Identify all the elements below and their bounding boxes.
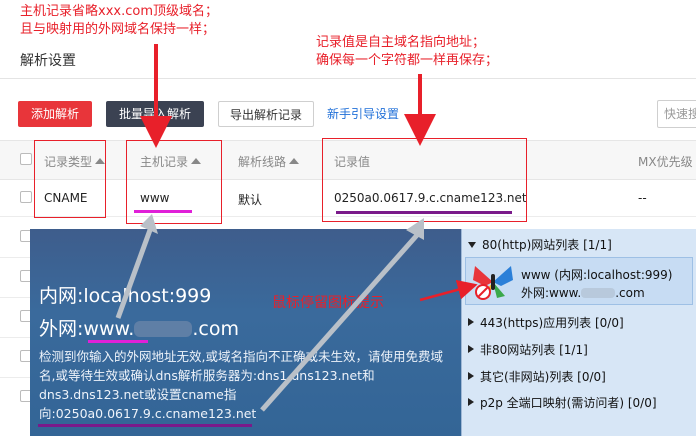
mapping-list-panel: 80(http)网站列表 [1/1] www (内网:localhost:999…	[461, 229, 696, 436]
row-divider	[0, 297, 30, 298]
host-underline	[134, 210, 192, 213]
expand-right-icon	[468, 372, 474, 380]
cname-underline	[38, 424, 252, 427]
row-checkbox[interactable]	[20, 191, 32, 203]
quick-search-input[interactable]: 快速搜	[657, 100, 696, 128]
add-record-button[interactable]: 添加解析	[18, 101, 92, 127]
expand-right-icon	[468, 345, 474, 353]
resolve-line-cell: 默认	[238, 193, 263, 207]
list-item-selected[interactable]: www (内网:localhost:999) 外网:www. .com	[465, 257, 693, 305]
export-records-button[interactable]: 导出解析记录	[218, 101, 314, 127]
highlight-box-value	[322, 138, 527, 222]
tooltip-message: 检测到你输入的外网地址无效,或域名指向不正确或未生效，请使用免费域名,或等待生效…	[39, 349, 443, 421]
tooltip-lan-address: 内网:localhost:999	[39, 285, 212, 307]
expand-right-icon	[468, 398, 474, 406]
row-divider	[0, 377, 30, 378]
redacted-mark	[581, 288, 616, 298]
list-group-p2p[interactable]: p2p 全端口映射(需访问者) [0/0]	[462, 391, 696, 415]
annotation-hover-note: 鼠标停留图标提示	[272, 295, 384, 311]
wan-underline	[88, 340, 148, 343]
row-divider	[0, 337, 30, 338]
row-divider	[0, 257, 30, 258]
value-underline	[336, 211, 512, 214]
select-all-checkbox[interactable]	[20, 153, 32, 165]
selected-item-wan: 外网:www. .com	[521, 286, 645, 300]
annotation-host-note-line2: 且与映射用的外网域名保持一样；	[20, 22, 216, 37]
column-header-mx: MX优先级	[638, 155, 693, 169]
mx-priority-cell: --	[638, 191, 647, 205]
tooltip-wan-address: 外网:www. .com	[39, 318, 239, 340]
sort-up-icon	[289, 158, 300, 164]
highlight-box-type	[34, 140, 106, 218]
warning-butterfly-icon	[473, 266, 513, 300]
page-title: 解析设置	[20, 53, 76, 69]
beginner-guide-link[interactable]: 新手引导设置	[327, 101, 399, 127]
title-divider	[0, 78, 696, 79]
expand-right-icon	[468, 318, 474, 326]
column-header-line[interactable]: 解析线路	[238, 153, 300, 170]
annotation-host-note-line1: 主机记录省略xxx.com顶级域名；	[20, 4, 218, 19]
redacted-mark	[134, 321, 193, 337]
hover-tooltip: 内网:localhost:999 外网:www. .com 检测到你输入的外网地址…	[30, 229, 461, 436]
list-group-https[interactable]: 443(https)应用列表 [0/0]	[462, 311, 696, 335]
batch-import-button[interactable]: 批量导入解析	[106, 101, 204, 127]
expand-down-icon	[468, 242, 476, 248]
list-group-other[interactable]: 其它(非网站)列表 [0/0]	[462, 365, 696, 389]
selected-item-lan: www (内网:localhost:999)	[521, 268, 673, 282]
annotation-value-note-line2: 确保每一个字符都一样再保存；	[316, 53, 499, 68]
list-group-non80[interactable]: 非80网站列表 [1/1]	[462, 338, 696, 362]
list-group-http[interactable]: 80(http)网站列表 [1/1]	[462, 233, 696, 257]
annotation-value-note-line1: 记录值是自主域名指向地址；	[316, 35, 486, 50]
